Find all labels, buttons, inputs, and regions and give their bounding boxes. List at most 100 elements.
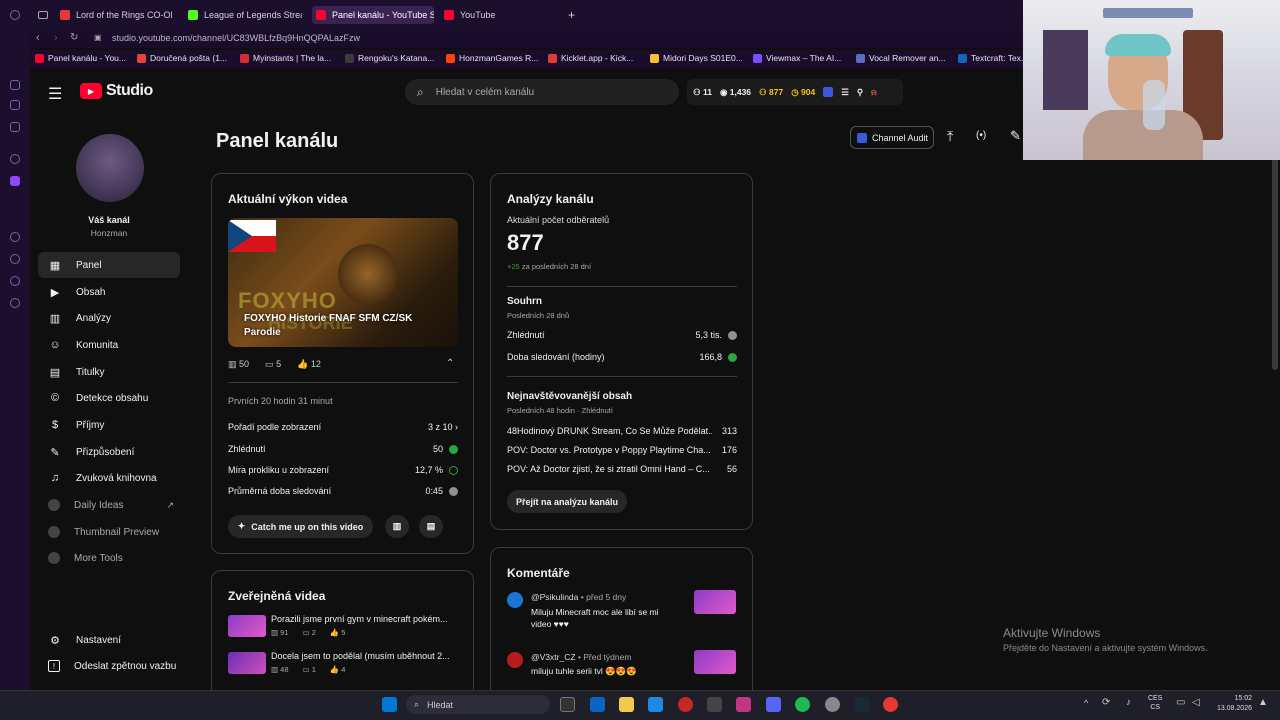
stats-widget[interactable]: ⚇ 11 ◉ 1,436 ⚇ 877 ◷ 904 ☰ ⚲ ⍾ <box>687 79 903 105</box>
back-icon[interactable]: ‹ <box>36 32 40 44</box>
summary-row[interactable]: Zhlédnutí 5,3 tis. <box>507 330 737 341</box>
video-thumbnail[interactable] <box>228 615 266 637</box>
instagram-icon[interactable] <box>736 697 751 712</box>
bookmark-item[interactable]: HonzmanGames R... <box>446 53 538 63</box>
video-thumbnail[interactable] <box>694 590 736 614</box>
app-icon[interactable] <box>707 697 722 712</box>
nav-more-tools[interactable]: More Tools <box>38 545 180 571</box>
search-bar[interactable]: ⌕ Hledat v celém kanálu <box>405 79 679 105</box>
chatgpt-icon[interactable] <box>10 154 20 164</box>
metric-row[interactable]: Průměrná doba sledování 0:45 <box>228 486 458 497</box>
nav-zvukova-knihovna[interactable]: ♫ Zvuková knihovna <box>38 465 180 491</box>
nav-prizpusobeni[interactable]: ✎ Přizpůsobení <box>38 439 180 465</box>
bookmark-item[interactable]: Myinstants | The la... <box>240 53 331 63</box>
extension-icon[interactable] <box>823 87 834 97</box>
nav-panel[interactable]: ▦ Panel <box>38 252 180 278</box>
reload-icon[interactable]: ↻ <box>70 32 78 43</box>
microphone-icon[interactable]: ♪ <box>1126 697 1131 708</box>
nav-feedback[interactable]: ! Odeslat zpětnou vazbu <box>38 653 180 679</box>
url-field[interactable]: studio.youtube.com/channel/UC83WBLfzBq9H… <box>112 33 360 43</box>
bookmark-item[interactable]: Doručená pošta (1... <box>137 53 227 63</box>
tray-chevron-icon[interactable]: ^ <box>1084 698 1088 708</box>
tab-4[interactable]: YouTube <box>444 6 554 24</box>
network-icon[interactable]: ▭ <box>1176 697 1185 708</box>
nav-detekce[interactable]: © Detekce obsahu <box>38 385 180 411</box>
bell-icon[interactable]: ⍾ <box>871 87 877 98</box>
bookmark-item[interactable]: Panel kanálu - You... <box>35 53 126 63</box>
discord-icon[interactable] <box>766 697 781 712</box>
video-thumbnail[interactable]: FOXYHO HISTORIE FOXYHO Historie FNAF SFM… <box>228 218 458 347</box>
task-view-icon[interactable] <box>560 697 575 712</box>
outlook-icon[interactable] <box>648 697 663 712</box>
analytics-button[interactable]: ▥ <box>385 515 409 538</box>
bookmark-item[interactable]: Vocal Remover an... <box>856 53 946 63</box>
bookmark-item[interactable]: Rengoku's Katana... <box>345 53 434 63</box>
bookmark-item[interactable]: Kicklet.app - Kick... <box>548 53 633 63</box>
steam-icon[interactable] <box>854 697 869 712</box>
bookmark-item[interactable]: Textcraft: Tex... <box>958 53 1028 63</box>
spotify-icon[interactable] <box>795 697 810 712</box>
menu-icon[interactable]: ☰ <box>48 84 62 104</box>
nav-thumbnail-preview[interactable]: Thumbnail Preview <box>38 519 180 545</box>
twitch-icon[interactable] <box>10 176 20 186</box>
workspace-icon[interactable] <box>38 6 48 24</box>
tray-app-icon[interactable]: ⟳ <box>1102 697 1110 708</box>
metric-row[interactable]: Míra prokliku u zobrazení 12,7 % <box>228 465 458 476</box>
sidebar-app-icon[interactable] <box>10 100 20 110</box>
studio-logo[interactable]: ▶ Studio <box>80 82 153 100</box>
folder-icon[interactable] <box>619 697 634 712</box>
sidebar-app-icon[interactable] <box>10 276 20 286</box>
tab-3-active[interactable]: Panel kanálu - YouTube St <box>312 6 434 24</box>
app-icon[interactable] <box>883 697 898 712</box>
nav-settings[interactable]: ⚙ Nastavení <box>38 627 180 653</box>
comments-button[interactable]: ▤ <box>419 515 443 538</box>
clock[interactable]: 15:02 13.08.2026 <box>1210 694 1252 714</box>
bookmark-item[interactable]: Viewmax – The AI... <box>753 53 841 63</box>
video-title[interactable]: FOXYHO Historie FNAF SFM CZ/SK Parodie <box>244 312 434 340</box>
sidebar-app-icon[interactable] <box>10 80 20 90</box>
app-icon[interactable] <box>825 697 840 712</box>
avatar[interactable] <box>507 592 523 608</box>
bookmark-item[interactable]: Midori Days S01E0... <box>650 53 743 63</box>
top-content-row[interactable]: POV: Až Doctor zjistí, že si ztratil Omn… <box>507 464 737 474</box>
notification-icon[interactable]: ▲ <box>1258 697 1268 708</box>
live-icon[interactable]: (•) <box>976 130 986 141</box>
new-tab-icon[interactable]: + <box>568 6 575 24</box>
avatar[interactable] <box>507 652 523 668</box>
sidebar-app-icon[interactable] <box>10 122 20 132</box>
video-title[interactable]: Docela jsem to podělal (musím uběhnout 2… <box>271 651 461 661</box>
nav-obsah[interactable]: ▶ Obsah <box>38 279 180 305</box>
go-to-analytics-button[interactable]: Přejít na analýzu kanálu <box>507 490 627 513</box>
search-input[interactable]: Hledat v celém kanálu <box>436 87 534 98</box>
avatar[interactable] <box>76 134 144 202</box>
start-icon[interactable] <box>382 697 397 712</box>
nav-titulky[interactable]: ▤ Titulky <box>38 359 180 385</box>
catch-me-up-button[interactable]: ✦ Catch me up on this video <box>228 515 373 538</box>
store-icon[interactable] <box>590 697 605 712</box>
video-thumbnail[interactable] <box>694 650 736 674</box>
settings-icon[interactable] <box>10 298 20 308</box>
nav-daily-ideas[interactable]: Daily Ideas ↗ <box>38 492 180 518</box>
metric-row[interactable]: Pořadí podle zobrazení 3 z 10 › <box>228 422 458 432</box>
opera-icon[interactable] <box>678 697 693 712</box>
create-post-icon[interactable]: ✎ <box>1010 128 1021 144</box>
nav-komunita[interactable]: ☺ Komunita <box>38 332 180 358</box>
language-indicator[interactable]: CES CS <box>1148 694 1162 712</box>
sidebar-app-icon[interactable] <box>10 232 20 242</box>
channel-audit-button[interactable]: Channel Audit <box>850 126 934 149</box>
nav-prijmy[interactable]: $ Příjmy <box>38 412 180 438</box>
upload-icon[interactable]: ⤒ <box>947 128 953 145</box>
metric-row[interactable]: Zhlédnutí 50 <box>228 444 458 455</box>
tab-2[interactable]: League of Legends Stream <box>188 6 302 24</box>
taskbar-search[interactable]: ⌕ Hledat <box>406 695 550 714</box>
summary-row[interactable]: Doba sledování (hodiny) 166,8 <box>507 352 737 363</box>
volume-icon[interactable]: ◁ <box>1192 697 1200 708</box>
top-content-row[interactable]: POV: Doctor vs. Prototype v Poppy Playti… <box>507 445 737 455</box>
video-title[interactable]: Porazili jsme první gym v minecraft poké… <box>271 614 461 624</box>
sidebar-app-icon[interactable] <box>10 254 20 264</box>
scrollbar[interactable] <box>1270 70 1280 690</box>
list-icon[interactable]: ☰ <box>841 87 849 98</box>
collapse-icon[interactable]: ⌃ <box>446 358 454 369</box>
nav-analyzy[interactable]: ▥ Analýzy <box>38 305 180 331</box>
video-thumbnail[interactable] <box>228 652 266 674</box>
